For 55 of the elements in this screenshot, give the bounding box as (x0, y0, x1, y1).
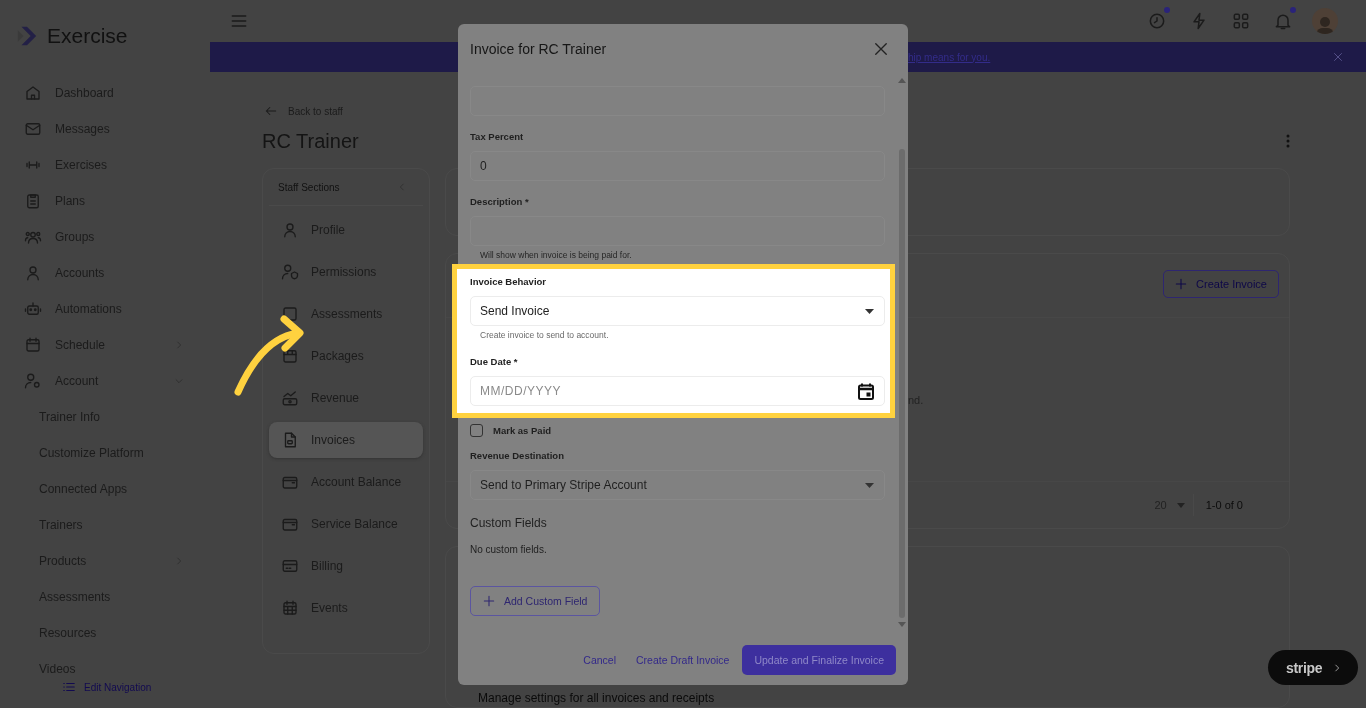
clipboard-icon (24, 192, 42, 210)
checkbox[interactable] (470, 424, 483, 437)
calendar-icon (281, 599, 299, 617)
list-icon (62, 680, 76, 694)
close-icon (872, 40, 890, 58)
card-icon (281, 557, 299, 575)
package-icon (281, 347, 299, 365)
clock-icon[interactable] (1147, 11, 1167, 31)
calendar-icon (24, 336, 42, 354)
empty-message: No custom fields. (470, 544, 548, 556)
text-field[interactable]: 0 (470, 151, 885, 181)
person-icon (281, 221, 299, 239)
person-shield-icon (281, 263, 299, 281)
scroll-up-icon[interactable] (898, 78, 906, 83)
square-icon (281, 305, 299, 323)
robot-icon (24, 300, 42, 318)
logo-icon (16, 25, 38, 47)
user-gear-icon (24, 372, 42, 390)
checkbox-label: Mark as Paid (493, 425, 552, 436)
text-button[interactable]: Cancel (576, 648, 624, 672)
plus-icon (482, 594, 496, 608)
create-invoice-button[interactable]: Create Invoice (1163, 270, 1279, 298)
finalize-button[interactable]: Update and Finalize Invoice (742, 645, 896, 675)
caret-icon (865, 308, 874, 314)
text-button[interactable]: Create Draft Invoice (629, 648, 737, 672)
date-field[interactable]: MM/DD/YYYY (470, 376, 885, 406)
dropdown-field[interactable]: Send Invoice (470, 296, 885, 326)
avatar-icon[interactable] (1312, 8, 1338, 34)
close-icon (1332, 51, 1344, 63)
more-icon[interactable] (1286, 134, 1290, 148)
calendar-icon[interactable] (858, 382, 874, 400)
caret-icon (865, 482, 874, 488)
scroll-down-icon[interactable] (898, 622, 906, 627)
revenue-icon (281, 389, 299, 407)
field-label: Tax Percent (470, 130, 525, 144)
field-label: Description * (470, 195, 530, 209)
plus-icon (1174, 277, 1189, 291)
add-custom-field-button[interactable]: Add Custom Field (470, 586, 601, 616)
section-heading: Custom Fields (470, 516, 548, 530)
helper-text: Will show when invoice is being paid for. (479, 249, 633, 261)
mail-icon (24, 120, 42, 138)
modal-title: Invoice for RC Trainer (470, 41, 607, 57)
edit-navigation-link[interactable]: Edit Navigation (62, 680, 152, 694)
caret-icon (1176, 502, 1185, 508)
field-label: Revenue Destination (470, 449, 565, 463)
person-icon (24, 264, 42, 282)
helper-text: Create invoice to send to account. (479, 329, 610, 341)
dropdown-field[interactable]: Send to Primary Stripe Account (470, 470, 885, 500)
field-label: Due Date * (470, 355, 519, 369)
banner-link[interactable]: hip means for you. (908, 51, 1332, 63)
apps-icon[interactable] (1231, 11, 1251, 31)
home-icon (24, 84, 42, 102)
stripe-badge[interactable]: stripe (1268, 650, 1359, 685)
section-item[interactable]: Invoices (269, 422, 423, 458)
field-label: Invoice Behavior (470, 275, 548, 289)
